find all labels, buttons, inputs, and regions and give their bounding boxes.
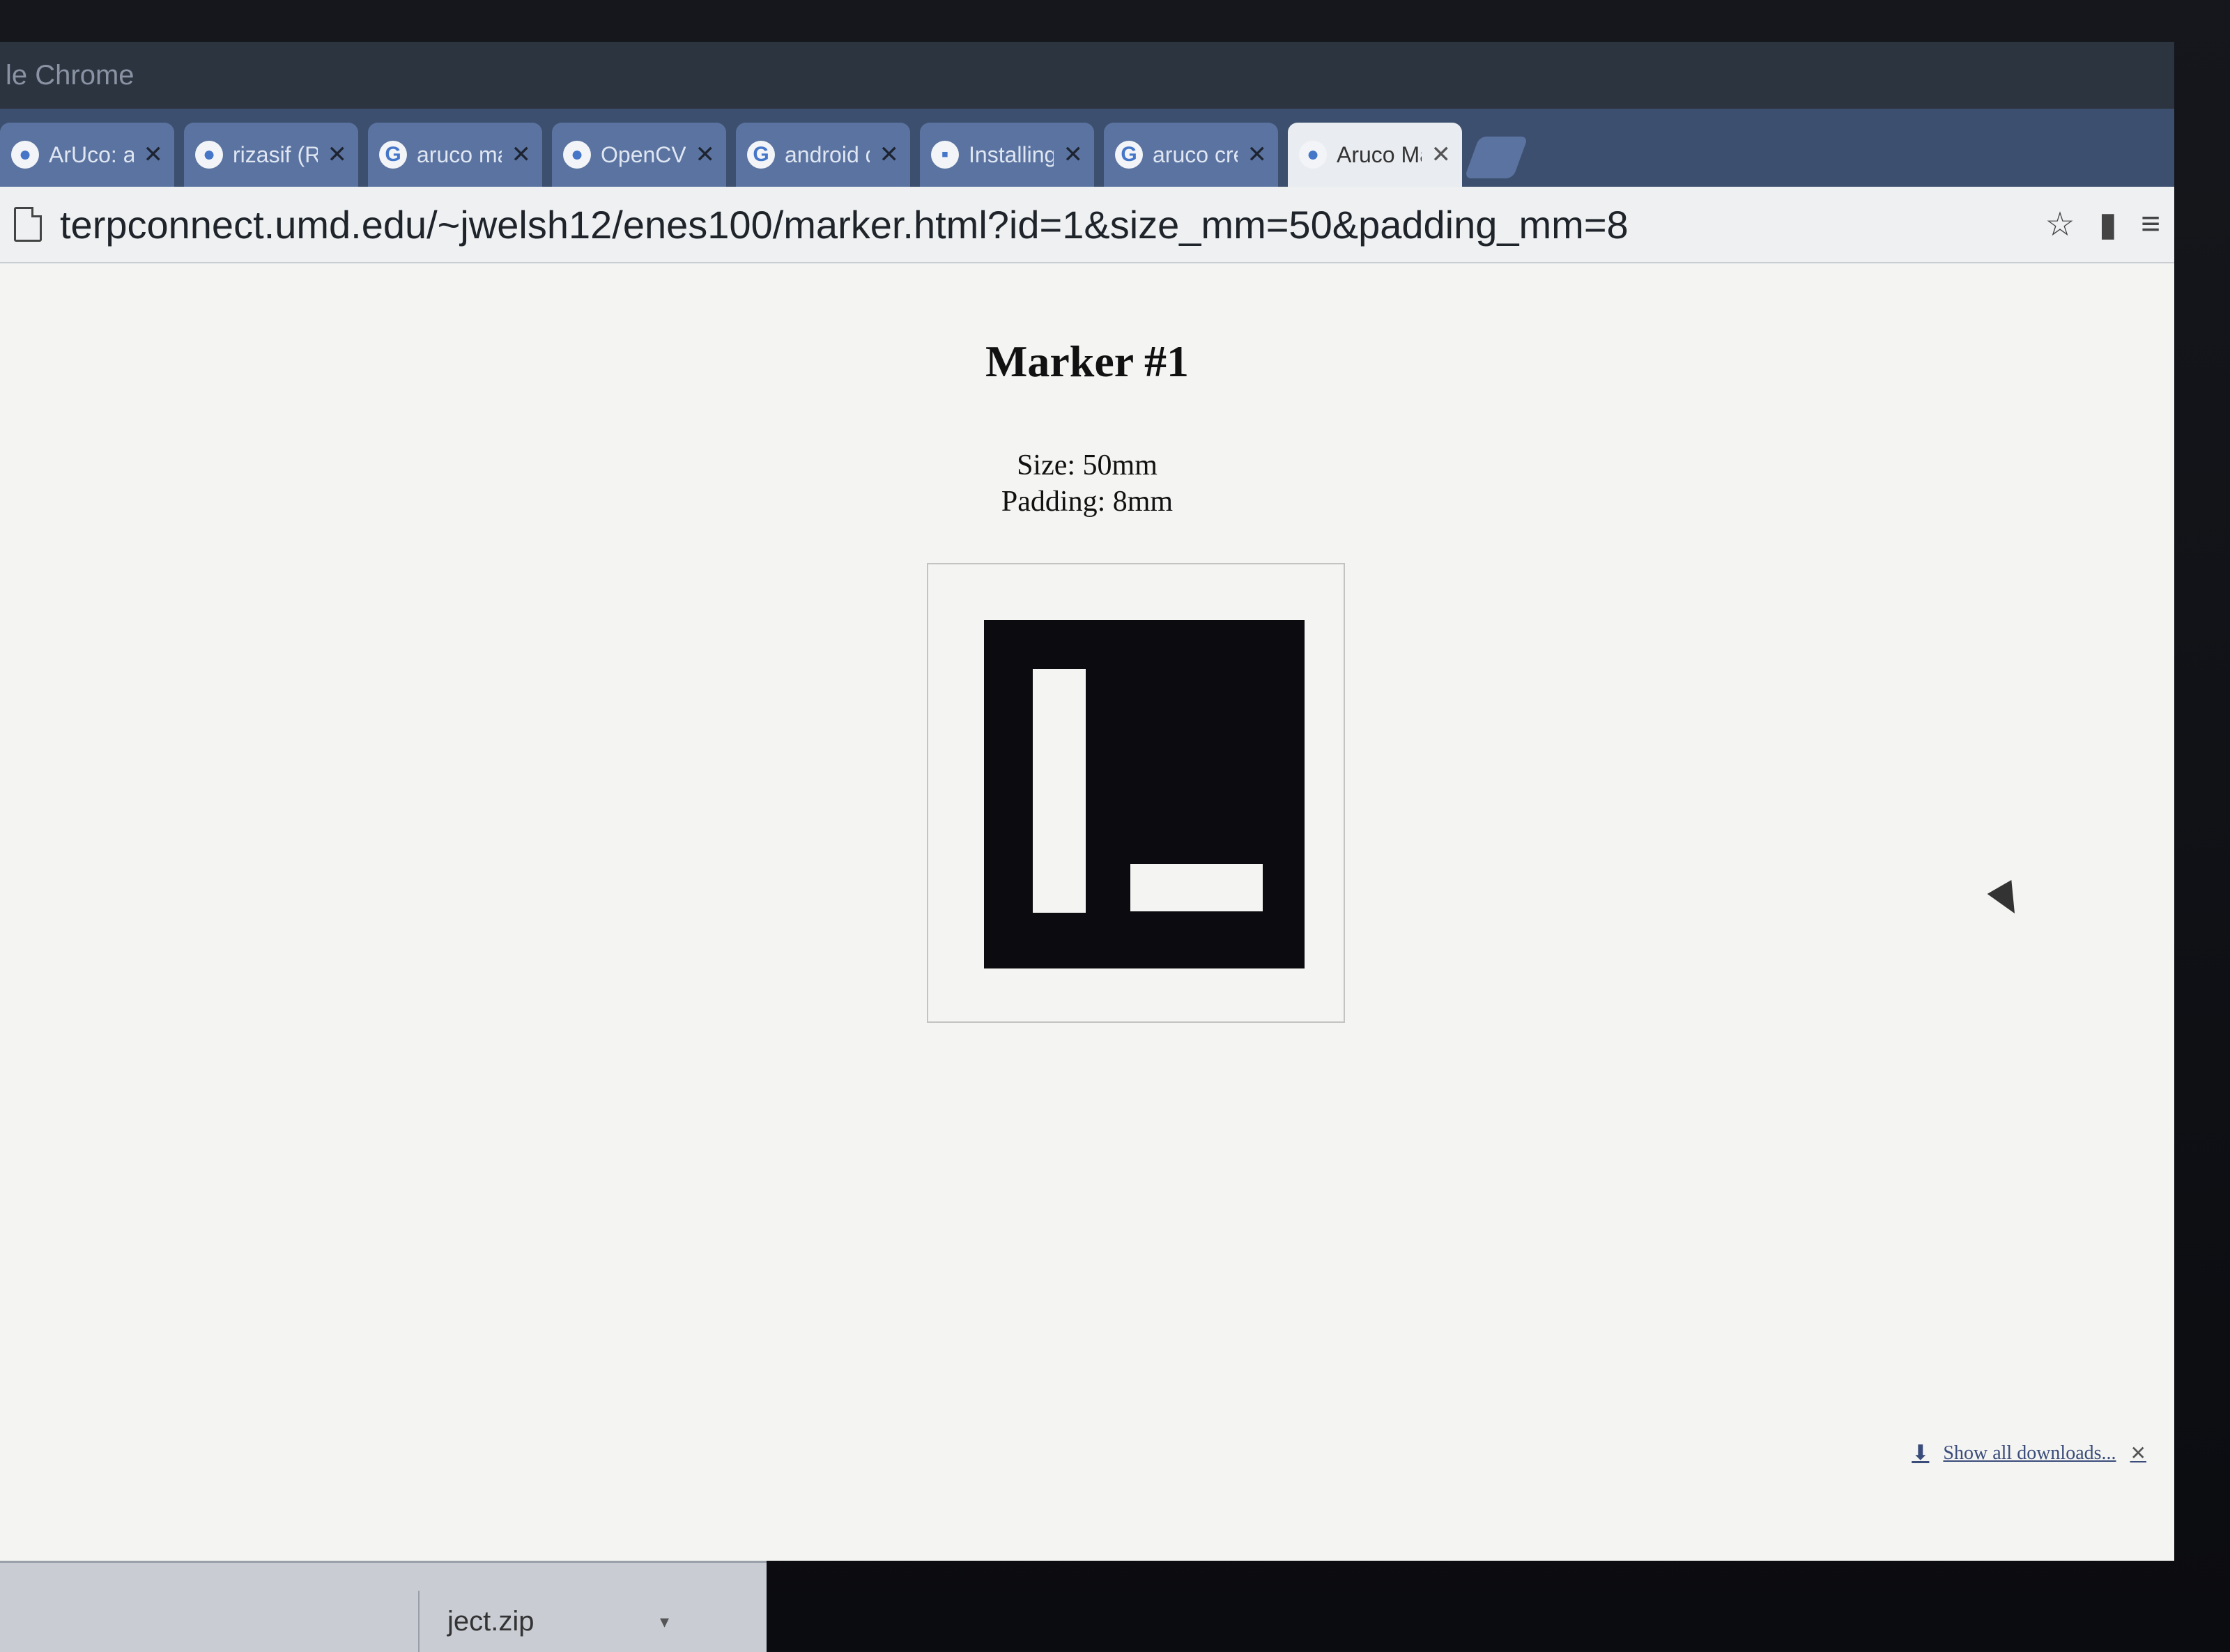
tab-installing[interactable]: ▪ Installing ✕ (920, 123, 1094, 187)
address-bar[interactable]: terpconnect.umd.edu/~jwelsh12/enes100/ma… (60, 202, 2031, 247)
tab-favicon-icon: ● (11, 141, 39, 169)
aruco-marker-image (984, 620, 1305, 968)
chevron-down-icon[interactable]: ▾ (660, 1591, 669, 1652)
opencv-icon: ● (563, 141, 591, 169)
page-content: Marker #1 Size: 50mm Padding: 8mm ⬇ Show… (0, 263, 2174, 1561)
download-shelf: ject.zip ▾ (0, 1561, 767, 1652)
close-icon[interactable]: ✕ (2130, 1442, 2146, 1465)
google-icon: G (747, 141, 775, 169)
tab-label: Installing (969, 141, 1054, 167)
bookmark-star-icon[interactable]: ☆ (2045, 205, 2075, 244)
new-tab-button[interactable] (1464, 137, 1528, 178)
close-icon[interactable]: ✕ (512, 141, 532, 169)
tab-android-search[interactable]: G android dr ✕ (736, 123, 910, 187)
menu-icon[interactable]: ≡ (2141, 205, 2160, 244)
tab-label: android dr (785, 141, 870, 167)
android-icon: ▪ (931, 141, 959, 169)
github-icon: ● (195, 141, 223, 169)
close-icon[interactable]: ✕ (695, 141, 716, 169)
download-item[interactable]: ject.zip ▾ (418, 1591, 683, 1652)
tab-aruco-marker-search[interactable]: G aruco mar ✕ (368, 123, 542, 187)
tab-label: aruco mar (417, 141, 502, 167)
mouse-cursor-icon (1987, 879, 2027, 921)
marker-horizontal-bit (1130, 864, 1263, 911)
tab-aruco-marker-active[interactable]: ● Aruco Ma ✕ (1288, 123, 1462, 187)
marker-info: Size: 50mm Padding: 8mm (0, 447, 2174, 520)
download-item-name: ject.zip (447, 1606, 535, 1637)
browser-window: le Chrome ● ArUco: a m ✕ ● rizasif (Ri ✕… (0, 42, 2174, 1561)
tab-aruco-create-search[interactable]: G aruco cre ✕ (1104, 123, 1278, 187)
marker-vertical-bit (1033, 669, 1086, 913)
tab-label: OpenCV: (601, 141, 686, 167)
marker-frame (927, 563, 1345, 1023)
close-icon[interactable]: ✕ (1247, 141, 1268, 169)
window-title: le Chrome (0, 42, 2174, 109)
address-toolbar: terpconnect.umd.edu/~jwelsh12/enes100/ma… (0, 187, 2174, 263)
download-icon: ⬇ (1912, 1442, 1930, 1465)
site-icon: ● (1299, 141, 1327, 169)
tab-strip: ● ArUco: a m ✕ ● rizasif (Ri ✕ G aruco m… (0, 109, 2174, 187)
google-icon: G (379, 141, 407, 169)
marker-padding-text: Padding: 8mm (1001, 486, 1174, 518)
close-icon[interactable]: ✕ (1431, 141, 1452, 169)
tab-label: aruco cre (1153, 141, 1238, 167)
tab-opencv[interactable]: ● OpenCV: ✕ (552, 123, 726, 187)
marker-size-text: Size: 50mm (1017, 449, 1158, 481)
toolbar-icons: ☆ ▮ ≡ (2045, 205, 2160, 244)
tab-label: ArUco: a m (49, 141, 134, 167)
close-icon[interactable]: ✕ (144, 141, 164, 169)
close-icon[interactable]: ✕ (328, 141, 348, 169)
show-all-downloads-link[interactable]: Show all downloads... (1943, 1442, 2116, 1465)
page-icon (14, 207, 42, 242)
tab-github-rizasif[interactable]: ● rizasif (Ri ✕ (184, 123, 358, 187)
tab-label: Aruco Ma (1337, 141, 1422, 167)
page-title: Marker #1 (985, 337, 1190, 386)
tab-aruco-paper[interactable]: ● ArUco: a m ✕ (0, 123, 174, 187)
tab-label: rizasif (Ri (233, 141, 318, 167)
close-icon[interactable]: ✕ (879, 141, 900, 169)
extension-icon[interactable]: ▮ (2099, 205, 2117, 244)
close-icon[interactable]: ✕ (1063, 141, 1084, 169)
google-icon: G (1115, 141, 1143, 169)
show-all-downloads[interactable]: ⬇ Show all downloads... ✕ (1912, 1441, 2146, 1465)
